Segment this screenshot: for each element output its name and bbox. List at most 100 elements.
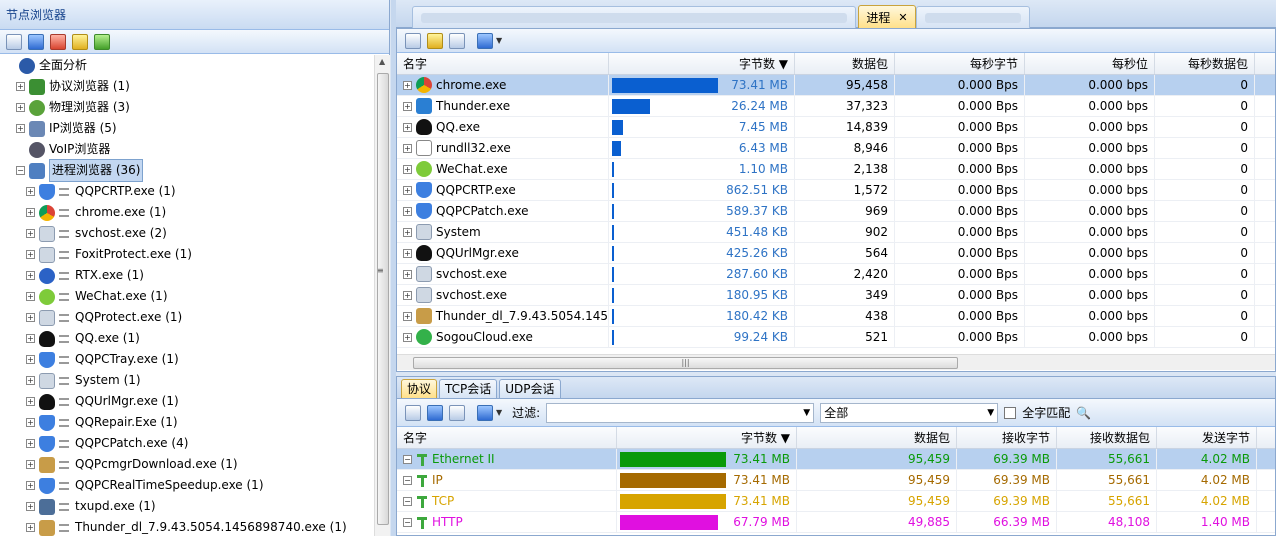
tree-item[interactable]: + WeChat.exe (1) xyxy=(0,286,374,307)
table-row[interactable]: + SogouCloud.exe 99.24 KB 521 0.000 Bps 0.000… xyxy=(397,327,1275,348)
protocol-row[interactable]: − IP 73.41 MB 95,459 69.39 MB 55,661 4.02 MB xyxy=(397,470,1275,491)
expand-toggle-icon[interactable]: + xyxy=(16,82,25,91)
expand-toggle-icon[interactable]: + xyxy=(16,124,25,133)
process-hscroll[interactable]: ||| xyxy=(397,354,1275,370)
save-icon[interactable] xyxy=(405,32,421,49)
column-header[interactable]: 字节数 ▼ xyxy=(617,427,797,448)
expand-toggle-icon[interactable]: + xyxy=(26,418,35,427)
chevron-down-icon[interactable]: ▼ xyxy=(987,404,994,422)
table-row[interactable]: + QQPCRTP.exe 862.51 KB 1,572 0.000 Bps 0.000… xyxy=(397,180,1275,201)
expand-toggle-icon[interactable]: + xyxy=(26,271,35,280)
expand-toggle-icon[interactable]: + xyxy=(403,164,412,174)
export-icon[interactable] xyxy=(449,32,465,49)
expand-toggle-icon[interactable]: + xyxy=(26,460,35,469)
tab-blurred-2[interactable] xyxy=(916,6,1030,28)
chart-icon[interactable] xyxy=(427,32,443,49)
column-header[interactable]: 接收数据包 xyxy=(1057,427,1157,448)
table-row[interactable]: + svchost.exe 180.95 KB 349 0.000 Bps 0.000 b… xyxy=(397,285,1275,306)
expand-toggle-icon[interactable]: + xyxy=(403,206,412,216)
tree-item[interactable]: + QQ.exe (1) xyxy=(0,328,374,349)
expand-toggle-icon[interactable]: + xyxy=(26,355,35,364)
column-header[interactable]: 数据包 xyxy=(795,53,895,74)
expand-toggle-icon[interactable]: + xyxy=(26,187,35,196)
collapse-toggle-icon[interactable]: − xyxy=(403,496,412,506)
tab-protocol[interactable]: 协议 xyxy=(401,379,438,398)
tree-item[interactable]: + chrome.exe (1) xyxy=(0,202,374,223)
expand-toggle-icon[interactable]: + xyxy=(26,313,35,322)
expand-toggle-icon[interactable]: + xyxy=(26,334,35,343)
refresh-dropdown-icon[interactable]: ▼ xyxy=(496,36,502,45)
tree-item[interactable]: + QQPCRealTimeSpeedup.exe (1) xyxy=(0,475,374,496)
table-row[interactable]: + svchost.exe 287.60 KB 2,420 0.000 Bps 0.000… xyxy=(397,264,1275,285)
table-row[interactable]: + WeChat.exe 1.10 MB 2,138 0.000 Bps 0.000 bp… xyxy=(397,159,1275,180)
whole-word-checkbox[interactable] xyxy=(1004,406,1017,419)
column-header[interactable]: 接收字节 xyxy=(957,427,1057,448)
hscroll-thumb[interactable]: ||| xyxy=(413,357,958,369)
expand-toggle-icon[interactable]: + xyxy=(26,292,35,301)
network-icon[interactable] xyxy=(50,33,66,50)
expand-toggle-icon[interactable]: + xyxy=(403,332,412,342)
column-header[interactable]: 每秒字节 xyxy=(895,53,1025,74)
scope-select[interactable]: 全部 ▼ xyxy=(820,402,999,423)
collapse-toggle-icon[interactable]: − xyxy=(403,517,412,527)
tab-process[interactable]: 进程 ✕ xyxy=(858,5,916,28)
tree-item[interactable]: + QQProtect.exe (1) xyxy=(0,307,374,328)
close-icon[interactable]: ✕ xyxy=(898,11,907,24)
expand-toggle-icon[interactable]: + xyxy=(26,481,35,490)
expand-toggle-icon[interactable]: + xyxy=(403,269,412,279)
expand-toggle-icon[interactable]: + xyxy=(26,376,35,385)
expand-toggle-icon[interactable]: + xyxy=(16,103,25,112)
search-icon[interactable]: 🔍 xyxy=(1076,406,1091,420)
tab-udp-session[interactable]: UDP会话 xyxy=(499,379,561,398)
settings-icon[interactable] xyxy=(94,33,110,50)
column-header[interactable]: 数据包 xyxy=(797,427,957,448)
column-header[interactable]: 名字 xyxy=(397,427,617,448)
expand-toggle-icon[interactable]: + xyxy=(403,248,412,258)
expand-toggle-icon[interactable]: + xyxy=(26,439,35,448)
protocol-row[interactable]: − Ethernet II 73.41 MB 95,459 69.39 MB 55,661… xyxy=(397,449,1275,470)
expand-toggle-icon[interactable]: − xyxy=(16,166,25,175)
tree-item[interactable]: + FoxitProtect.exe (1) xyxy=(0,244,374,265)
tab-tcp-session[interactable]: TCP会话 xyxy=(439,379,498,398)
table-row[interactable]: + System 451.48 KB 902 0.000 Bps 0.000 bps 0 xyxy=(397,222,1275,243)
expand-toggle-icon[interactable]: + xyxy=(403,101,412,111)
tree-item[interactable]: + txupd.exe (1) xyxy=(0,496,374,517)
refresh-dropdown-icon[interactable]: ▼ xyxy=(496,408,502,417)
table-row[interactable]: + QQPCPatch.exe 589.37 KB 969 0.000 Bps 0.000… xyxy=(397,201,1275,222)
refresh-icon[interactable] xyxy=(477,404,493,421)
table-row[interactable]: + QQUrlMgr.exe 425.26 KB 564 0.000 Bps 0.000 … xyxy=(397,243,1275,264)
filter-input[interactable]: ▼ xyxy=(546,402,815,423)
expand-toggle-icon[interactable]: + xyxy=(26,208,35,217)
expand-toggle-icon[interactable]: + xyxy=(26,502,35,511)
tree-item[interactable]: + Thunder_dl_7.9.43.5054.1456898740.exe (… xyxy=(0,517,374,536)
expand-toggle-icon[interactable]: + xyxy=(403,185,412,195)
expand-toggle-icon[interactable]: + xyxy=(403,311,412,321)
tree-item[interactable]: + svchost.exe (2) xyxy=(0,223,374,244)
tree-item[interactable]: 全面分析 xyxy=(0,55,374,76)
tree-item[interactable]: + 物理浏览器 (3) xyxy=(0,97,374,118)
column-header[interactable]: 字节数 ▼ xyxy=(609,53,795,74)
splitter-grip-icon[interactable]: ≡ xyxy=(377,266,384,275)
tree-item[interactable]: + QQUrlMgr.exe (1) xyxy=(0,391,374,412)
filter-icon[interactable] xyxy=(427,404,443,421)
tree-item[interactable]: + IP浏览器 (5) xyxy=(0,118,374,139)
column-header[interactable]: 每秒位 xyxy=(1025,53,1155,74)
expand-toggle-icon[interactable]: + xyxy=(26,397,35,406)
tab-blurred[interactable] xyxy=(412,6,856,28)
warning-icon[interactable] xyxy=(72,33,88,50)
tree-item[interactable]: + QQRepair.Exe (1) xyxy=(0,412,374,433)
tree-item[interactable]: + System (1) xyxy=(0,370,374,391)
tree-item[interactable]: + QQPCTray.exe (1) xyxy=(0,349,374,370)
expand-toggle-icon[interactable]: + xyxy=(403,290,412,300)
scroll-thumb[interactable] xyxy=(377,73,389,525)
column-header[interactable]: 每秒数据包 xyxy=(1155,53,1255,74)
tree-item[interactable]: + 协议浏览器 (1) xyxy=(0,76,374,97)
chevron-down-icon[interactable]: ▼ xyxy=(803,404,810,422)
expand-toggle-icon[interactable]: + xyxy=(26,523,35,532)
expand-toggle-icon[interactable]: + xyxy=(403,227,412,237)
tree-item[interactable]: + RTX.exe (1) xyxy=(0,265,374,286)
column-header[interactable]: 名字 xyxy=(397,53,609,74)
refresh-icon[interactable] xyxy=(477,32,493,49)
expand-toggle-icon[interactable]: + xyxy=(26,250,35,259)
add-node-icon[interactable] xyxy=(6,33,22,50)
